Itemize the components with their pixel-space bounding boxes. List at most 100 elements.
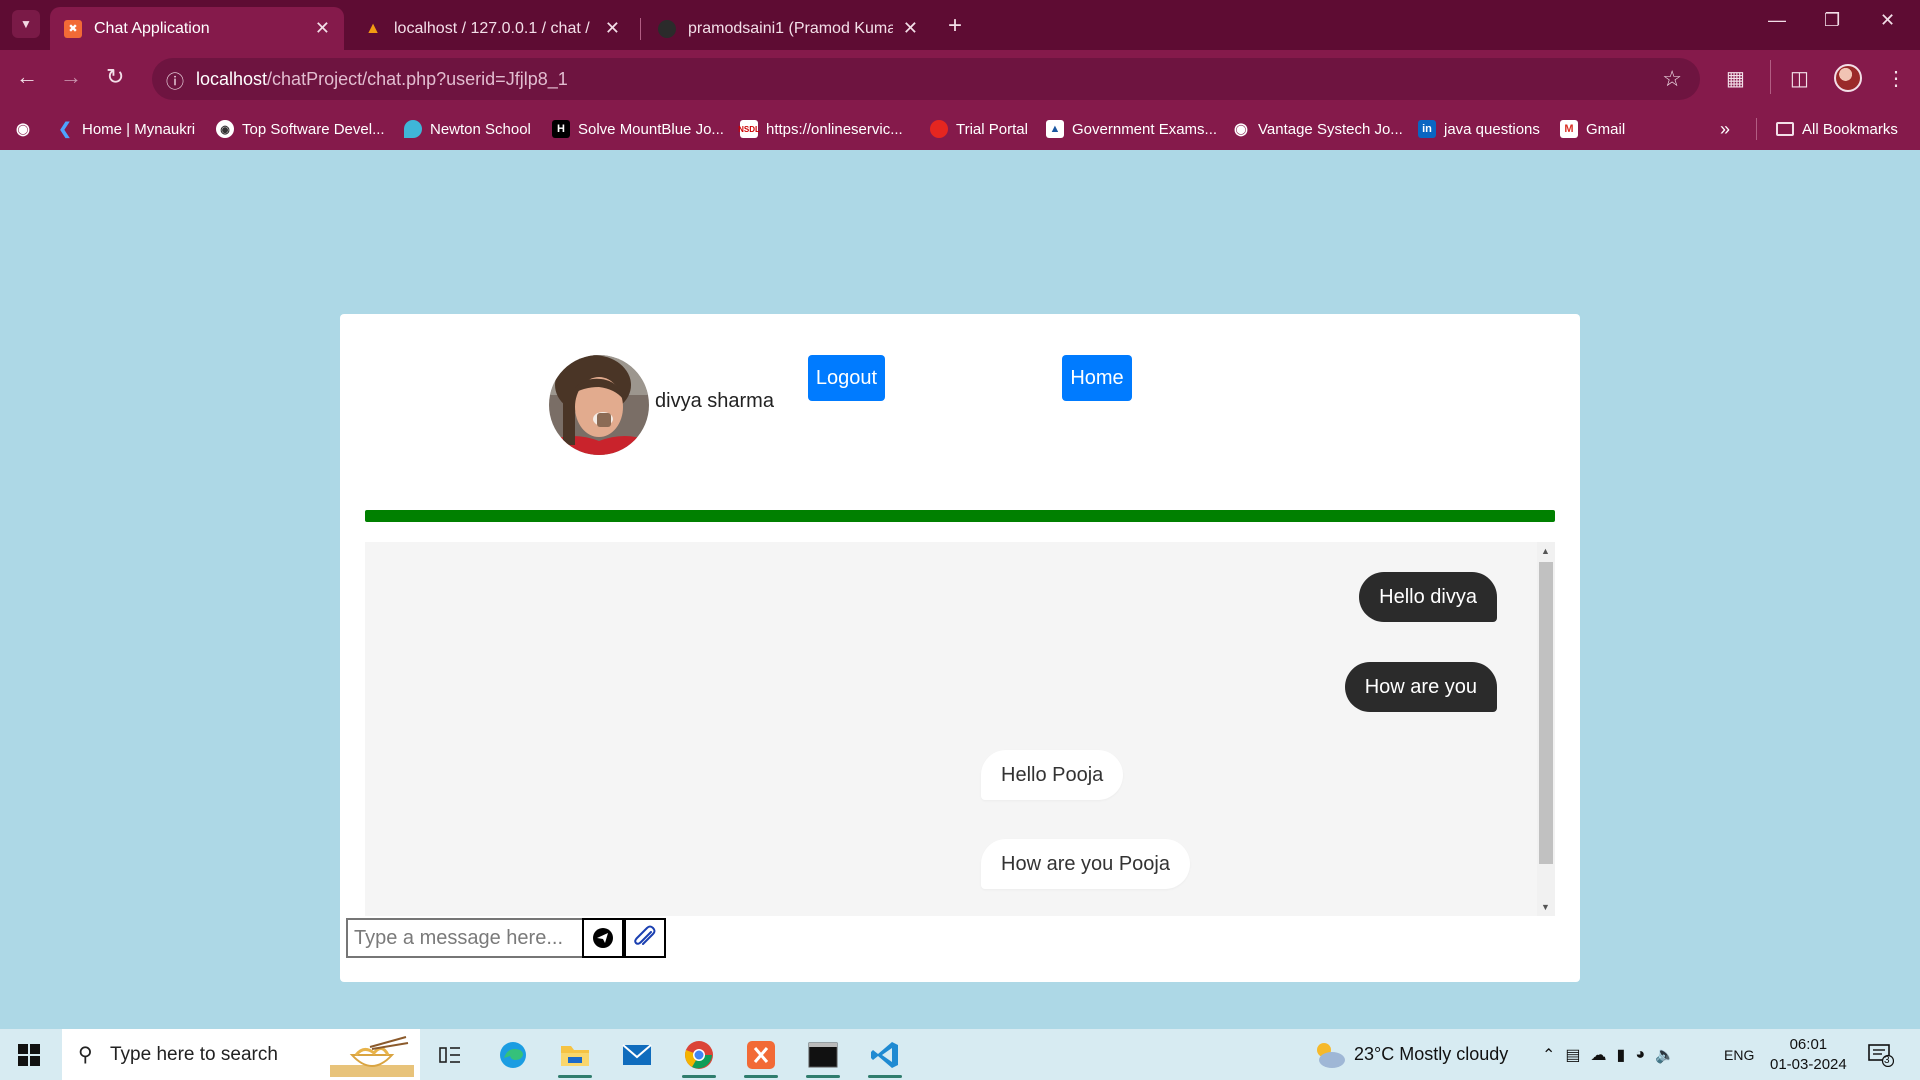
folder-icon	[561, 1045, 589, 1066]
battery-icon[interactable]: ▮	[1617, 1045, 1636, 1065]
bookmark-java-questions[interactable]: in java questions	[1418, 108, 1540, 150]
new-tab-button[interactable]: +	[948, 12, 962, 40]
url-host: localhost	[196, 68, 268, 89]
browser-tab-strip: ▼ ✖ Chat Application ✕ ▲ localhost / 127…	[0, 0, 1920, 50]
task-view-icon	[439, 1046, 460, 1063]
meet-now-icon[interactable]: ▤	[1565, 1045, 1590, 1065]
folder-icon	[1776, 122, 1794, 136]
bookmark-label: Trial Portal	[956, 120, 1028, 138]
gmail-icon: M	[1560, 120, 1578, 138]
tab-chat-application[interactable]: ✖ Chat Application ✕	[50, 7, 344, 50]
windows-taskbar: ⚲ Type here to search 23°C Mostly cloudy…	[0, 1029, 1920, 1080]
taskbar-vscode[interactable]	[860, 1029, 910, 1080]
onedrive-icon[interactable]: ☁	[1591, 1045, 1617, 1065]
bookmarks-divider	[1756, 118, 1757, 140]
scrollbar-thumb[interactable]	[1539, 562, 1553, 864]
trial-portal-icon	[930, 120, 948, 138]
weather-widget[interactable]: 23°C Mostly cloudy	[1312, 1029, 1508, 1080]
target-icon: ◉	[216, 120, 234, 138]
taskbar-terminal[interactable]	[798, 1029, 848, 1080]
profile-avatar[interactable]	[1834, 64, 1862, 92]
taskbar-file-explorer[interactable]	[550, 1029, 600, 1080]
bookmark-top-software[interactable]: ◉ Top Software Devel...	[216, 108, 385, 150]
edge-icon	[500, 1041, 526, 1068]
close-tab-icon[interactable]: ✕	[315, 18, 330, 39]
bookmark-mountblue[interactable]: H Solve MountBlue Jo...	[552, 108, 724, 150]
bookmark-gmail[interactable]: M Gmail	[1560, 108, 1625, 150]
bookmark-label: https://onlineservic...	[766, 120, 903, 138]
bookmark-government-exams[interactable]: ▲ Government Exams...	[1046, 108, 1217, 150]
all-bookmarks-button[interactable]: All Bookmarks	[1776, 108, 1898, 150]
phpmyadmin-icon: ▲	[365, 19, 381, 37]
tab-phpmyadmin[interactable]: ▲ localhost / 127.0.0.1 / chat / me ✕	[350, 7, 634, 50]
side-panel-icon[interactable]: ◫	[1790, 66, 1809, 91]
windows-logo-icon	[18, 1044, 40, 1066]
search-icon: ⚲	[78, 1044, 93, 1066]
bookmark-onlineservices[interactable]: NSDL https://onlineservic...	[738, 108, 903, 150]
windows-start-button[interactable]	[18, 1044, 40, 1071]
notification-count: 3	[1884, 1055, 1890, 1066]
xampp-icon: ✖	[64, 19, 82, 38]
language-indicator[interactable]: ENG	[1724, 1029, 1754, 1080]
chat-card: divya sharma Logout Home Hello divya How…	[340, 314, 1580, 982]
restore-button[interactable]: ❐	[1824, 10, 1840, 31]
bookmark-label: Vantage Systech Jo...	[1258, 120, 1403, 138]
testbook-icon: ▲	[1046, 120, 1064, 138]
more-bookmarks-chevron-icon[interactable]: »	[1720, 108, 1730, 150]
close-window-button[interactable]: ✕	[1880, 10, 1895, 31]
system-tray-icons[interactable]: ⌃ ▤ ☁ ▮ ◕ 🔈	[1542, 1029, 1685, 1080]
task-view-button[interactable]	[425, 1029, 475, 1080]
scroll-down-icon[interactable]: ▼	[1541, 902, 1550, 912]
chat-username: divya sharma	[655, 390, 774, 412]
newton-school-icon	[404, 120, 422, 138]
chat-scrollbar[interactable]: ▲ ▼	[1537, 542, 1555, 916]
logout-button[interactable]: Logout	[808, 355, 885, 401]
globe-icon: ◉	[16, 121, 30, 138]
tab-github[interactable]: pramodsaini1 (Pramod Kumar S ✕	[644, 7, 932, 50]
linkedin-icon: in	[1418, 120, 1436, 138]
apps-bookmark[interactable]: ◉	[14, 108, 40, 150]
notification-center-button[interactable]: 3	[1868, 1029, 1894, 1080]
vscode-icon	[871, 1041, 898, 1068]
toolbar-divider	[1770, 60, 1771, 94]
address-bar[interactable]: ⓘ localhost/chatProject/chat.php?userid=…	[152, 58, 1700, 100]
back-button[interactable]: ←	[16, 64, 38, 90]
taskbar-xampp[interactable]	[736, 1029, 786, 1080]
search-placeholder: Type here to search	[110, 1043, 278, 1065]
paperclip-icon	[634, 925, 656, 945]
close-tab-icon[interactable]: ✕	[605, 18, 620, 39]
tab-search-button[interactable]: ▼	[12, 10, 40, 38]
site-info-icon[interactable]: ⓘ	[166, 68, 184, 94]
taskbar-edge[interactable]	[488, 1029, 538, 1080]
reload-button[interactable]: ↻	[106, 64, 124, 90]
bookmark-trial-portal[interactable]: Trial Portal	[930, 108, 1028, 150]
taskbar-search-box[interactable]: ⚲ Type here to search	[62, 1029, 420, 1080]
scroll-up-icon[interactable]: ▲	[1541, 546, 1550, 556]
chat-messages-area[interactable]: Hello divya How are you Hello Pooja How …	[365, 542, 1555, 916]
forward-button[interactable]: →	[60, 64, 82, 90]
extensions-icon[interactable]: ▦	[1726, 66, 1745, 91]
close-tab-icon[interactable]: ✕	[903, 18, 918, 39]
bookmark-label: Solve MountBlue Jo...	[578, 120, 724, 138]
show-hidden-icons-chevron-icon[interactable]: ⌃	[1542, 1045, 1565, 1065]
wifi-icon[interactable]: ◕	[1635, 1046, 1655, 1064]
bookmark-star-icon[interactable]: ☆	[1662, 66, 1682, 92]
volume-icon[interactable]: 🔈	[1655, 1045, 1685, 1065]
bookmark-newton-school[interactable]: Newton School	[404, 108, 531, 150]
message-input[interactable]	[346, 918, 582, 958]
home-button[interactable]: Home	[1062, 355, 1132, 401]
minimize-button[interactable]: —	[1768, 10, 1786, 31]
attach-button[interactable]	[624, 918, 666, 958]
send-button[interactable]	[582, 918, 624, 958]
bookmark-vantage-systech[interactable]: ◉ Vantage Systech Jo...	[1232, 108, 1403, 150]
chrome-icon	[685, 1040, 713, 1069]
bookmark-label: Government Exams...	[1072, 120, 1218, 138]
taskbar-chrome[interactable]	[674, 1029, 724, 1080]
taskbar-mail[interactable]	[612, 1029, 662, 1080]
menu-icon[interactable]: ⋮	[1886, 66, 1906, 91]
taskbar-clock[interactable]: 06:01 01-03-2024	[1770, 1035, 1847, 1075]
bookmark-mynaukri[interactable]: ❮ Home | Mynaukri	[56, 108, 195, 150]
user-photo	[549, 355, 649, 455]
noodle-bowl-icon	[330, 1036, 414, 1077]
naukri-icon: ❮	[58, 121, 72, 138]
